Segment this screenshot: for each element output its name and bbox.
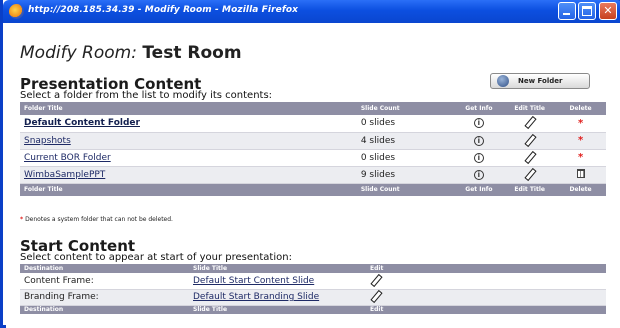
info-icon[interactable]: i [473,118,484,129]
pencil-icon[interactable] [370,274,381,285]
presentation-instructions: Select a folder from the list to modify … [20,90,273,101]
start-slide-link[interactable]: Default Start Branding Slide [193,292,319,302]
maximize-button[interactable] [578,2,596,20]
slide-count: 9 slides [356,166,454,184]
start-row: Branding Frame: Default Start Branding S… [20,289,606,306]
info-icon[interactable]: i [473,169,484,180]
page-content: Modify Room: Test Room Presentation Cont… [6,23,620,328]
col-slide-count: Slide Count [356,102,454,115]
browser-window: http://208.185.34.39 - Modify Room - Moz… [0,0,620,328]
close-button[interactable]: ✕ [599,2,617,20]
start-table-header: Destination Slide Title Edit [20,264,606,273]
trash-icon[interactable] [576,168,585,178]
start-content-table: Destination Slide Title Edit Content Fra… [20,264,606,314]
col-get-info: Get Info [453,183,505,196]
page-title-prefix: Modify Room: [20,43,137,63]
system-folder-mark: * [577,135,584,146]
pencil-icon[interactable] [524,134,535,145]
firefox-icon [9,4,24,19]
col-edit-title: Edit Title [504,102,556,115]
start-table-footer: Destination Slide Title Edit [20,305,606,314]
start-content-instructions: Select content to appear at start of you… [20,252,292,263]
slide-count: 0 slides [356,149,454,167]
room-name: Test Room [142,43,242,63]
folder-link[interactable]: Snapshots [24,136,71,146]
col-destination: Destination [20,305,189,314]
col-destination: Destination [20,264,189,273]
window-title: http://208.185.34.39 - Modify Room - Moz… [28,5,299,15]
system-folder-mark: * [577,152,584,163]
col-get-info: Get Info [453,102,505,115]
system-folder-note: * Denotes a system folder that can not b… [20,216,173,223]
col-folder-title: Folder Title [20,102,357,115]
note-text: Denotes a system folder that can not be … [25,216,173,223]
col-delete: Delete [555,183,606,196]
folder-table-header: Folder Title Slide Count Get Info Edit T… [20,102,606,115]
folder-row: Snapshots 4 slides i * [20,132,606,150]
destination-label: Content Frame: [20,273,189,290]
page-title: Modify Room: Test Room [20,43,242,63]
col-slide-count: Slide Count [356,183,454,196]
folder-link[interactable]: Current BOR Folder [24,153,111,163]
pencil-icon[interactable] [524,168,535,179]
folder-row: Current BOR Folder 0 slides i * [20,149,606,167]
minimize-button[interactable] [558,2,576,20]
folder-table: Folder Title Slide Count Get Info Edit T… [20,102,606,196]
col-edit: Edit [366,305,606,314]
note-asterisk: * [20,216,24,223]
folder-row: Default Content Folder 0 slides i * [20,115,606,133]
col-slide-title: Slide Title [189,305,366,314]
close-icon: ✕ [603,4,613,17]
pencil-icon[interactable] [524,151,535,162]
destination-label: Branding Frame: [20,289,189,306]
minimize-icon [563,13,570,15]
new-folder-label: New Folder [518,77,563,85]
col-delete: Delete [555,102,606,115]
col-slide-title: Slide Title [189,264,366,273]
col-folder-title: Folder Title [20,183,357,196]
new-folder-icon [497,75,509,87]
start-slide-link[interactable]: Default Start Content Slide [193,276,314,286]
col-edit: Edit [366,264,606,273]
folder-table-footer: Folder Title Slide Count Get Info Edit T… [20,183,606,196]
pencil-icon[interactable] [370,290,381,301]
folder-link[interactable]: WimbaSamplePPT [24,170,105,180]
system-folder-mark: * [577,117,584,129]
maximize-icon [582,6,592,16]
folder-row: WimbaSamplePPT 9 slides i [20,166,606,184]
col-edit-title: Edit Title [504,183,556,196]
title-bar[interactable]: http://208.185.34.39 - Modify Room - Moz… [3,0,620,23]
slide-count: 4 slides [356,132,454,150]
folder-link[interactable]: Default Content Folder [24,118,140,128]
info-icon[interactable]: i [473,135,484,146]
info-icon[interactable]: i [473,152,484,163]
pencil-icon[interactable] [524,116,535,127]
slide-count: 0 slides [356,115,454,133]
new-folder-button[interactable]: New Folder [490,73,590,89]
start-row: Content Frame: Default Start Content Sli… [20,273,606,290]
